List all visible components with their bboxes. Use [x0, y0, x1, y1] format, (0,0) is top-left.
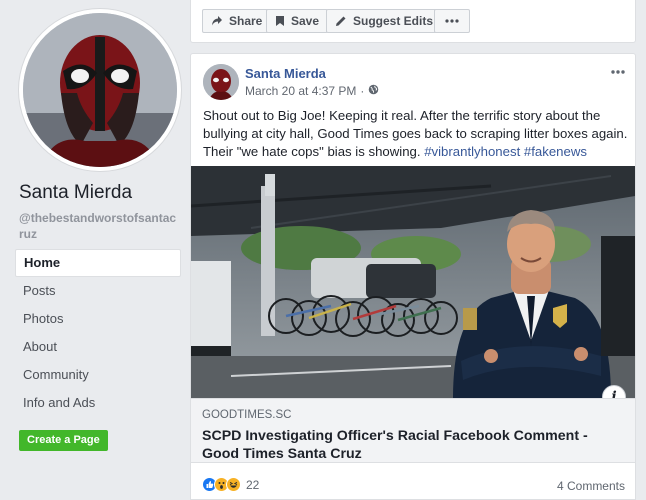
hashtag-vibrantlyhonest[interactable]: #vibrantlyhonest	[424, 144, 520, 159]
reactions-summary[interactable]: 22	[202, 477, 259, 492]
comments-count-link[interactable]: 4 Comments	[557, 479, 625, 493]
reaction-count: 22	[246, 477, 260, 492]
post-options-button[interactable]	[611, 64, 625, 76]
post-author-name[interactable]: Santa Mierda	[245, 66, 326, 81]
share-button-label: Share	[229, 14, 263, 28]
nav-item-info-and-ads[interactable]: Info and Ads	[15, 389, 181, 417]
meta-separator: ·	[360, 84, 365, 98]
link-info-box[interactable]: GOODTIMES.SC SCPD Investigating Officer'…	[191, 398, 635, 463]
suggest-edits-label: Suggest Edits	[353, 14, 434, 28]
share-icon	[211, 15, 223, 27]
page-name[interactable]: Santa Mierda	[19, 182, 132, 204]
link-preview-image	[191, 166, 635, 398]
bookmark-icon	[275, 15, 285, 27]
profile-picture-image	[23, 13, 177, 167]
more-dots-icon	[611, 70, 625, 74]
haha-reaction-icon	[226, 477, 241, 492]
hashtag-fakenews[interactable]: #fakenews	[524, 144, 587, 159]
post-meta: March 20 at 4:37 PM ·	[245, 84, 379, 98]
nav-item-posts[interactable]: Posts	[15, 277, 181, 305]
nav-item-home[interactable]: Home	[15, 249, 181, 277]
page-profile-picture[interactable]	[19, 9, 181, 171]
post-footer: 22 4 Comments	[191, 474, 635, 499]
shared-link-card[interactable]: i GOODTIMES.SC SCPD Investigating Office…	[191, 166, 635, 463]
link-domain: GOODTIMES.SC	[202, 409, 292, 421]
pencil-icon	[335, 15, 347, 27]
page-action-bar: Share Save Suggest Edits	[190, 0, 636, 43]
share-button[interactable]: Share	[202, 9, 272, 33]
more-options-button[interactable]	[434, 9, 470, 33]
nav-item-photos[interactable]: Photos	[15, 305, 181, 333]
create-page-button[interactable]: Create a Page	[19, 430, 108, 451]
globe-icon[interactable]	[368, 84, 379, 98]
suggest-edits-button[interactable]: Suggest Edits	[326, 9, 443, 33]
post-timestamp[interactable]: March 20 at 4:37 PM	[245, 84, 356, 98]
more-dots-icon	[445, 19, 459, 23]
nav-item-community[interactable]: Community	[15, 361, 181, 389]
save-button-label: Save	[291, 14, 320, 28]
save-button[interactable]: Save	[266, 9, 329, 33]
post-body-text: Shout out to Big Joe! Keeping it real. A…	[203, 107, 628, 161]
post-author-avatar[interactable]	[203, 64, 239, 100]
page-nav: Home Posts Photos About Community Info a…	[15, 249, 181, 417]
page-username[interactable]: @thebestandworstofsantacruz	[19, 210, 179, 242]
nav-item-about[interactable]: About	[15, 333, 181, 361]
feed-post: Santa Mierda March 20 at 4:37 PM · Shout…	[190, 53, 636, 500]
link-title[interactable]: SCPD Investigating Officer's Racial Face…	[202, 427, 624, 463]
